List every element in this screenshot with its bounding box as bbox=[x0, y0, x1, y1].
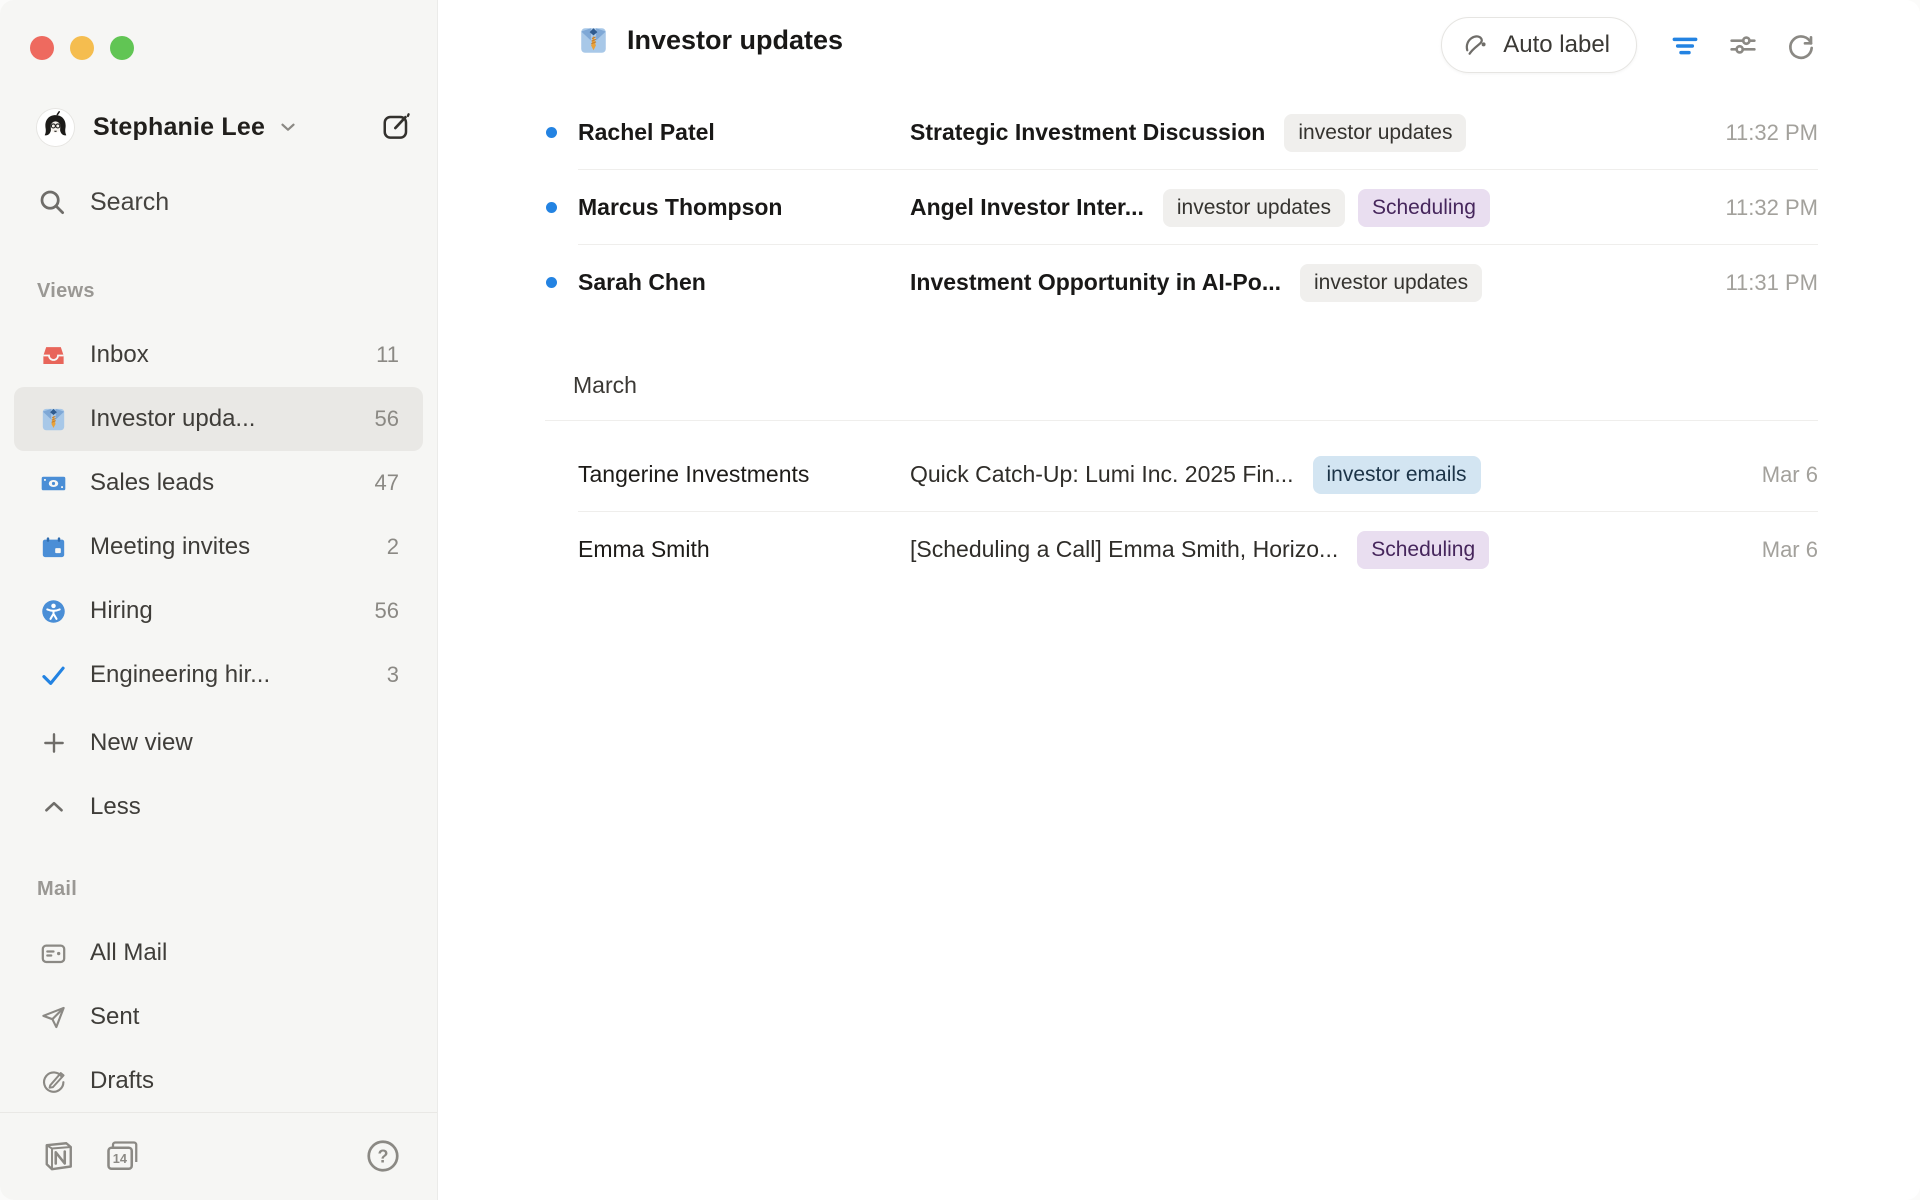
email-subject: Quick Catch-Up: Lumi Inc. 2025 Fin... bbox=[910, 461, 1294, 488]
sidebar-item-count: 2 bbox=[387, 534, 399, 560]
sidebar-item-count: 47 bbox=[375, 470, 399, 496]
email-row[interactable]: Rachel Patel Strategic Investment Discus… bbox=[545, 95, 1818, 170]
email-subject: [Scheduling a Call] Emma Smith, Horizo..… bbox=[910, 536, 1338, 563]
sidebar-item-label: Meeting invites bbox=[90, 533, 250, 561]
email-row[interactable]: Emma Smith [Scheduling a Call] Emma Smit… bbox=[545, 512, 1818, 587]
email-subject: Investment Opportunity in AI-Po... bbox=[910, 269, 1281, 296]
mail-list: All Mail Sent Drafts bbox=[0, 921, 437, 1113]
pencil-circle-icon bbox=[40, 1068, 67, 1095]
user-name: Stephanie Lee bbox=[93, 113, 265, 142]
label-tag[interactable]: investor updates bbox=[1300, 264, 1482, 302]
plus-icon bbox=[40, 730, 67, 757]
sidebar-item-sales-leads[interactable]: Sales leads 47 bbox=[14, 451, 423, 515]
views-section-label: Views bbox=[37, 280, 95, 303]
unread-dot bbox=[546, 202, 557, 213]
sidebar-item-drafts[interactable]: Drafts bbox=[14, 1049, 423, 1113]
sidebar-item-count: 56 bbox=[375, 598, 399, 624]
email-time: 11:32 PM bbox=[1725, 120, 1818, 146]
email-time: 11:32 PM bbox=[1725, 195, 1818, 221]
app-window: Stephanie Lee Search Views bbox=[0, 0, 1920, 1200]
sidebar-item-label: Inbox bbox=[90, 341, 149, 369]
window-controls bbox=[30, 36, 134, 60]
email-sender: Sarah Chen bbox=[578, 269, 910, 296]
sidebar-item-all-mail[interactable]: All Mail bbox=[14, 921, 423, 985]
sidebar-item-label: Investor upda... bbox=[90, 405, 255, 433]
sidebar-footer-divider bbox=[0, 1112, 437, 1113]
sidebar-item-sent[interactable]: Sent bbox=[14, 985, 423, 1049]
email-time: 11:31 PM bbox=[1725, 270, 1818, 296]
sidebar-item-label: Sales leads bbox=[90, 469, 214, 497]
label-tag[interactable]: Scheduling bbox=[1357, 531, 1489, 569]
group-heading-march: March bbox=[573, 371, 1818, 399]
sidebar-item-meeting-invites[interactable]: Meeting invites 2 bbox=[14, 515, 423, 579]
sidebar-item-label: Drafts bbox=[90, 1067, 154, 1095]
svg-text:14: 14 bbox=[113, 1151, 128, 1166]
sidebar-item-label: Engineering hir... bbox=[90, 661, 270, 689]
sidebar-item-count: 3 bbox=[387, 662, 399, 688]
search-icon bbox=[37, 187, 67, 217]
checkmark-icon bbox=[40, 662, 67, 689]
sidebar-footer: 14 ? bbox=[40, 1128, 401, 1184]
label-tag[interactable]: investor updates bbox=[1284, 114, 1466, 152]
sidebar-item-engineering-hiring[interactable]: Engineering hir... 3 bbox=[14, 643, 423, 707]
new-view-label: New view bbox=[90, 729, 193, 757]
svg-text:?: ? bbox=[378, 1146, 389, 1166]
sidebar-item-inbox[interactable]: Inbox 11 bbox=[14, 323, 423, 387]
minimize-window-button[interactable] bbox=[70, 36, 94, 60]
sidebar-actions: New view Less bbox=[0, 711, 437, 839]
email-subject: Angel Investor Inter... bbox=[910, 194, 1144, 221]
envelope-icon bbox=[40, 940, 67, 967]
account-switcher[interactable]: Stephanie Lee bbox=[37, 103, 411, 151]
email-time: Mar 6 bbox=[1762, 462, 1818, 488]
sidebar-item-count: 11 bbox=[376, 342, 399, 368]
email-sender: Tangerine Investments bbox=[578, 461, 910, 488]
email-list: Rachel Patel Strategic Investment Discus… bbox=[438, 0, 1920, 587]
label-tag[interactable]: Scheduling bbox=[1358, 189, 1490, 227]
email-sender: Rachel Patel bbox=[578, 119, 910, 146]
paper-plane-icon bbox=[40, 1004, 67, 1031]
necktie-icon bbox=[40, 406, 67, 433]
inbox-tray-icon bbox=[40, 342, 67, 369]
compose-icon[interactable] bbox=[381, 112, 411, 142]
help-icon[interactable]: ? bbox=[365, 1138, 401, 1174]
notion-logo-icon[interactable] bbox=[40, 1138, 76, 1174]
email-group-march: Tangerine Investments Quick Catch-Up: Lu… bbox=[545, 420, 1818, 587]
unread-dot bbox=[546, 277, 557, 288]
main-panel: Investor updates Auto label bbox=[438, 0, 1920, 1200]
sidebar-item-label: Sent bbox=[90, 1003, 139, 1031]
banknote-icon bbox=[40, 470, 67, 497]
email-row[interactable]: Tangerine Investments Quick Catch-Up: Lu… bbox=[545, 437, 1818, 512]
label-tag[interactable]: investor updates bbox=[1163, 189, 1345, 227]
email-sender: Marcus Thompson bbox=[578, 194, 910, 221]
less-label: Less bbox=[90, 793, 141, 821]
email-time: Mar 6 bbox=[1762, 537, 1818, 563]
chevron-down-icon bbox=[277, 116, 299, 138]
email-row[interactable]: Marcus Thompson Angel Investor Inter... … bbox=[545, 170, 1818, 245]
new-view-button[interactable]: New view bbox=[14, 711, 423, 775]
email-group-recent: Rachel Patel Strategic Investment Discus… bbox=[545, 95, 1818, 320]
notion-calendar-icon[interactable]: 14 bbox=[104, 1138, 140, 1174]
sidebar-item-investor-updates[interactable]: Investor upda... 56 bbox=[14, 387, 423, 451]
accessibility-icon bbox=[40, 598, 67, 625]
avatar bbox=[37, 109, 74, 146]
unread-dot bbox=[546, 127, 557, 138]
calendar-icon bbox=[40, 534, 67, 561]
close-window-button[interactable] bbox=[30, 36, 54, 60]
sidebar-item-count: 56 bbox=[375, 406, 399, 432]
sidebar-item-hiring[interactable]: Hiring 56 bbox=[14, 579, 423, 643]
zoom-window-button[interactable] bbox=[110, 36, 134, 60]
sidebar-item-label: Hiring bbox=[90, 597, 153, 625]
views-list: Inbox 11 Investor upda... 56 bbox=[0, 323, 437, 707]
email-sender: Emma Smith bbox=[578, 536, 910, 563]
mail-section-label: Mail bbox=[37, 878, 77, 901]
sidebar: Stephanie Lee Search Views bbox=[0, 0, 438, 1200]
label-tag[interactable]: investor emails bbox=[1313, 456, 1481, 494]
email-subject: Strategic Investment Discussion bbox=[910, 119, 1265, 146]
sidebar-item-label: All Mail bbox=[90, 939, 167, 967]
email-row[interactable]: Sarah Chen Investment Opportunity in AI-… bbox=[545, 245, 1818, 320]
search-button[interactable]: Search bbox=[37, 178, 169, 226]
search-label: Search bbox=[90, 188, 169, 217]
chevron-up-icon bbox=[40, 794, 67, 821]
less-button[interactable]: Less bbox=[14, 775, 423, 839]
